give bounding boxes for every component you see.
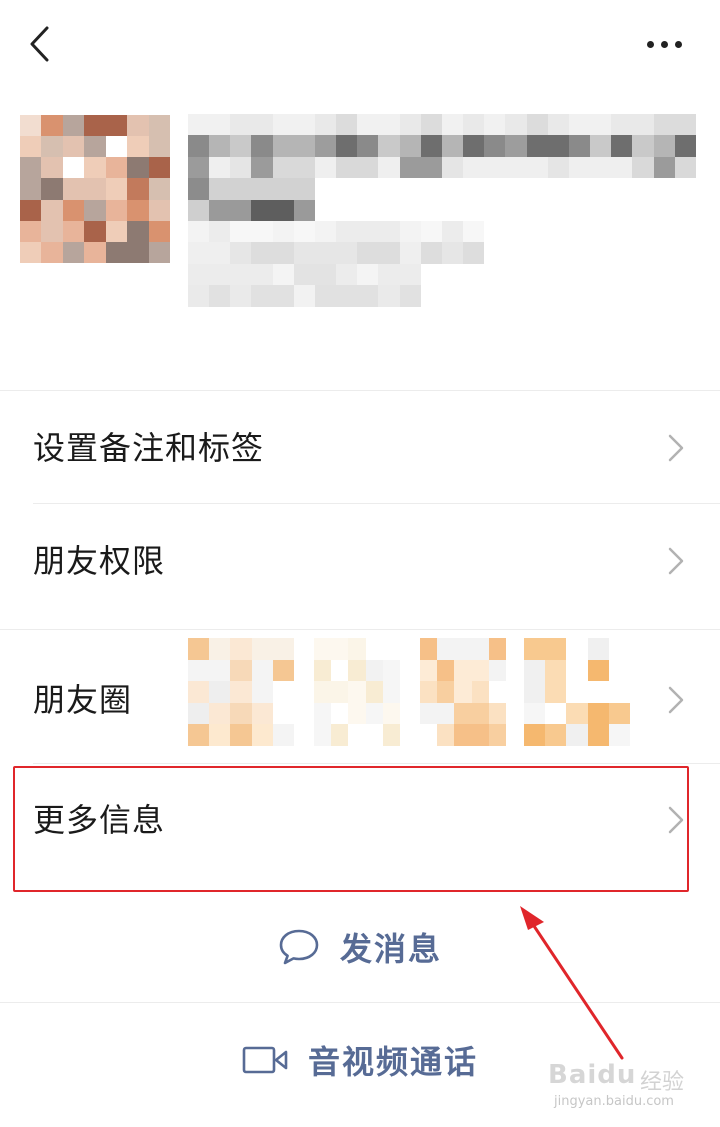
chevron-right-icon (668, 547, 684, 575)
chevron-right-icon (668, 686, 684, 714)
chevron-left-icon (30, 26, 49, 62)
moments-thumbnail (188, 638, 294, 746)
highlight-box (13, 766, 689, 892)
video-call-icon (242, 1046, 288, 1074)
menu-label: 朋友权限 (33, 542, 166, 580)
send-message-label: 发消息 (339, 930, 442, 968)
top-bar (0, 0, 720, 90)
profile-info-blurred (188, 114, 696, 328)
menu-label: 设置备注和标签 (33, 429, 265, 467)
avatar[interactable] (20, 115, 170, 263)
back-button[interactable] (20, 20, 60, 68)
video-call-label: 音视频通话 (307, 1043, 478, 1081)
watermark-url: jingyan.baidu.com (554, 1094, 674, 1109)
friend-permissions-row[interactable]: 朋友权限 (0, 505, 720, 617)
set-remark-and-tags-row[interactable]: 设置备注和标签 (0, 392, 720, 504)
section-divider (0, 629, 720, 630)
more-dots-icon (646, 40, 654, 48)
chevron-right-icon (668, 434, 684, 462)
chat-bubble-icon (279, 929, 319, 965)
watermark-logo: Baidu (548, 1060, 637, 1090)
watermark-sub: 经验 (640, 1070, 685, 1095)
section-divider (0, 390, 720, 391)
moments-thumbnail (420, 638, 506, 746)
baidu-watermark: Baidu 经验 jingyan.baidu.com (548, 1060, 718, 1120)
menu-label: 朋友圈 (33, 681, 133, 719)
moments-thumbnail (524, 638, 630, 746)
moments-thumbnail (314, 638, 400, 746)
more-options-button[interactable] (630, 24, 698, 64)
annotation-arrow (520, 906, 624, 1060)
row-divider (33, 503, 720, 504)
